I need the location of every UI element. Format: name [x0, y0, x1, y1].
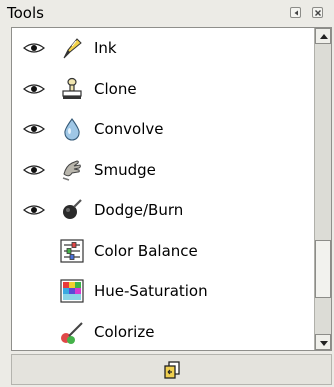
- hue-saturation-icon: [60, 279, 84, 303]
- convolve-drop-icon: [64, 118, 80, 141]
- tool-label: Dodge/Burn: [94, 201, 184, 220]
- tool-row-ink[interactable]: Ink: [12, 28, 313, 69]
- tool-row-hue-saturation[interactable]: Hue-Saturation: [12, 271, 313, 312]
- tools-list: Ink Clone Convolve Smudge Dodge/Burn Col…: [11, 27, 332, 351]
- triangle-left-icon: [294, 10, 298, 16]
- eye-icon[interactable]: [23, 164, 45, 176]
- tool-label: Smudge: [94, 160, 156, 179]
- scroll-down-button[interactable]: [315, 334, 331, 350]
- scrollbar-thumb[interactable]: [315, 240, 331, 298]
- eye-icon[interactable]: [23, 83, 45, 95]
- tool-row-dodge-burn[interactable]: Dodge/Burn: [12, 190, 313, 231]
- tool-label: Color Balance: [94, 241, 198, 260]
- scroll-up-button[interactable]: [315, 28, 331, 44]
- smudge-hand-icon: [62, 160, 81, 181]
- visibility-toggle-off[interactable]: [23, 285, 45, 297]
- tool-label: Colorize: [94, 322, 155, 341]
- tool-label: Clone: [94, 79, 137, 98]
- tools-rows: Ink Clone Convolve Smudge Dodge/Burn Col…: [12, 28, 313, 351]
- tool-label: Hue-Saturation: [94, 282, 208, 301]
- tool-row-clone[interactable]: Clone: [12, 69, 313, 110]
- visibility-toggle-off[interactable]: [23, 326, 45, 338]
- panel-button-bar: [11, 354, 332, 385]
- eye-icon[interactable]: [23, 42, 45, 54]
- dodge-burn-icon: [63, 199, 82, 220]
- vertical-scrollbar[interactable]: [314, 28, 331, 350]
- tool-label: Convolve: [94, 120, 164, 139]
- close-icon: [315, 10, 321, 16]
- reset-icon: [164, 361, 180, 379]
- tool-row-color-balance[interactable]: Color Balance: [12, 231, 313, 272]
- eye-icon[interactable]: [23, 123, 45, 135]
- visibility-toggle-off[interactable]: [23, 245, 45, 257]
- panel-title-bar: Tools: [0, 0, 334, 26]
- panel-menu-button[interactable]: [290, 7, 301, 18]
- tool-row-smudge[interactable]: Smudge: [12, 150, 313, 191]
- tool-row-colorize[interactable]: Colorize: [12, 312, 313, 351]
- tool-row-convolve[interactable]: Convolve: [12, 109, 313, 150]
- ink-pen-icon: [63, 38, 82, 59]
- eye-icon[interactable]: [23, 204, 45, 216]
- clone-stamp-icon: [62, 77, 82, 99]
- arrow-up-icon: [320, 34, 328, 39]
- panel-close-button[interactable]: [312, 7, 323, 18]
- tool-label: Ink: [94, 39, 117, 58]
- colorize-icon: [61, 322, 83, 344]
- arrow-down-icon: [320, 341, 328, 346]
- color-balance-icon: [60, 239, 84, 263]
- reset-tools-button[interactable]: [162, 360, 182, 380]
- panel-title: Tools: [7, 4, 44, 22]
